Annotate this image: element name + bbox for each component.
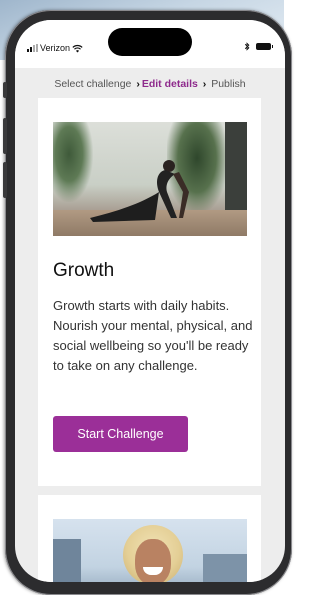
breadcrumb-step-publish[interactable]: Publish [211, 78, 245, 90]
chevron-right-icon: › [202, 78, 207, 90]
volume-up-button [3, 118, 7, 154]
breadcrumb-step-edit[interactable]: Edit details [142, 78, 198, 90]
start-challenge-button[interactable]: Start Challenge [53, 416, 188, 452]
signal-icon [27, 44, 38, 52]
carrier-info: Verizon [27, 43, 83, 53]
carrier-name: Verizon [40, 43, 71, 53]
yoga-pose-photo [53, 122, 247, 236]
smiling-woman-photo [53, 519, 247, 582]
volume-down-button [3, 162, 7, 198]
phone-screen: Verizon Select challenge › Edit details ›… [15, 20, 285, 582]
status-icons [244, 42, 273, 51]
status-bar: Verizon [15, 20, 285, 68]
chevron-right-icon: › [136, 78, 140, 90]
challenge-card-2 [38, 495, 261, 582]
battery-icon [256, 43, 273, 50]
challenge-title: Growth [53, 260, 115, 281]
breadcrumb-step-select[interactable]: Select challenge [54, 78, 131, 90]
bluetooth-icon [244, 42, 250, 51]
challenge-description: Growth starts with daily habits. Nourish… [53, 298, 253, 373]
breadcrumb: Select challenge › Edit details › Publish [15, 78, 285, 90]
challenge-card: Growth Growth starts with daily habits. … [38, 98, 261, 486]
wifi-icon [72, 44, 83, 53]
action-button [3, 82, 7, 98]
dynamic-island [108, 28, 192, 56]
